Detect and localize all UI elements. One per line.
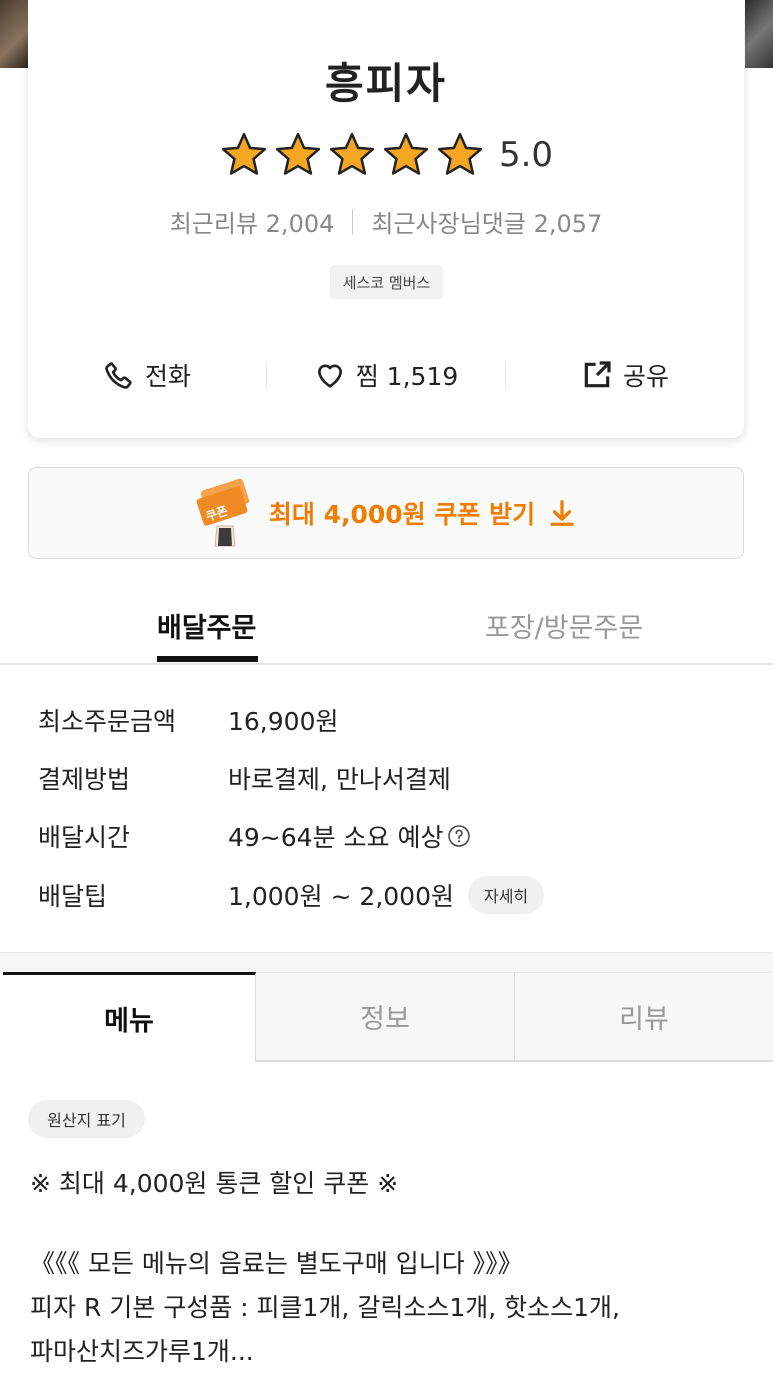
notice-coupon: ※ 최대 4,000원 통큰 할인 쿠폰 ※ — [30, 1169, 399, 1198]
store-name: 흥피자 — [325, 59, 447, 108]
info-label: 배달시간 — [38, 823, 131, 852]
active-tab-indicator — [157, 656, 258, 662]
rating-row: 5.0 — [28, 130, 744, 180]
share-button[interactable]: 공유 — [506, 357, 744, 393]
coupon-label: 최대 4,000원 쿠폰 받기 — [268, 500, 536, 529]
share-icon — [584, 361, 611, 388]
rating-value: 5.0 — [498, 135, 554, 175]
call-label: 전화 — [144, 362, 191, 391]
info-row-min-order: 최소주문금액 16,900원 — [38, 702, 338, 738]
coupon-ticket-icon: 쿠폰 — [196, 478, 250, 547]
notice-drinks: 《《《 모든 메뉴의 음료는 별도구매 입니다 》》》 — [30, 1249, 523, 1278]
info-label: 결제방법 — [38, 765, 131, 794]
call-button[interactable]: 전화 — [28, 357, 266, 393]
info-value: 1,000원 ~ 2,000원 — [228, 882, 454, 911]
store-card: 흥피자 5.0 최근리뷰 2,004 최근사장님댓글 2,057 세스코 멤버스… — [28, 0, 744, 438]
section-divider — [0, 952, 773, 972]
content-tabs: 메뉴 정보 리뷰 — [0, 972, 773, 1062]
info-row-delivery-tip: 배달팁 1,000원 ~ 2,000원 자세히 — [38, 876, 545, 914]
like-button[interactable]: 찜 1,519 — [267, 357, 505, 393]
coupon-download-button[interactable]: 쿠폰 최대 4,000원 쿠폰 받기 — [28, 467, 744, 559]
tab-review[interactable]: 리뷰 — [514, 972, 773, 1062]
recent-reviews-count[interactable]: 최근리뷰 2,004 — [170, 204, 335, 239]
order-type-tabs: 배달주문 포장/방문주문 — [0, 592, 773, 665]
notice-components: 피자 R 기본 구성품 : 피클1개, 갈릭소스1개, 핫소스1개, — [30, 1293, 620, 1322]
cesco-badge: 세스코 멤버스 — [330, 265, 443, 299]
info-value: 16,900원 — [228, 707, 339, 736]
download-icon — [550, 500, 574, 526]
like-label: 찜 1,519 — [355, 362, 459, 391]
info-label: 최소주문금액 — [38, 707, 177, 736]
hero-image-right — [745, 0, 773, 68]
phone-icon — [105, 362, 132, 389]
info-label: 배달팁 — [38, 882, 108, 911]
help-icon[interactable] — [447, 824, 471, 848]
star-icon — [383, 132, 429, 175]
info-row-payment: 결제방법 바로결제, 만나서결제 — [38, 760, 451, 796]
share-label: 공유 — [622, 362, 669, 391]
hero-image-left — [0, 0, 28, 68]
star-icon — [221, 132, 267, 175]
tab-pickup[interactable]: 포장/방문주문 — [485, 606, 643, 645]
star-icon — [437, 132, 483, 175]
info-value: 49~64분 소요 예상 — [228, 823, 444, 852]
owner-replies-count[interactable]: 최근사장님댓글 2,057 — [371, 204, 602, 239]
info-row-delivery-time: 배달시간 49~64분 소요 예상 — [38, 818, 471, 854]
tab-menu[interactable]: 메뉴 — [3, 972, 256, 1062]
tab-info[interactable]: 정보 — [256, 972, 514, 1062]
tip-detail-button[interactable]: 자세히 — [467, 876, 545, 914]
info-value: 바로결제, 만나서결제 — [228, 765, 451, 794]
star-icon — [329, 132, 375, 175]
heart-icon — [317, 364, 342, 388]
notice-components-more: 파마산치즈가루1개... — [30, 1337, 254, 1366]
star-icon — [275, 132, 321, 175]
origin-label-button[interactable]: 원산지 표기 — [28, 1100, 145, 1138]
store-actions: 전화 찜 1,519 공유 — [28, 350, 744, 400]
tab-delivery[interactable]: 배달주문 — [157, 606, 256, 645]
divider — [352, 208, 354, 235]
review-stats: 최근리뷰 2,004 최근사장님댓글 2,057 — [28, 204, 744, 239]
